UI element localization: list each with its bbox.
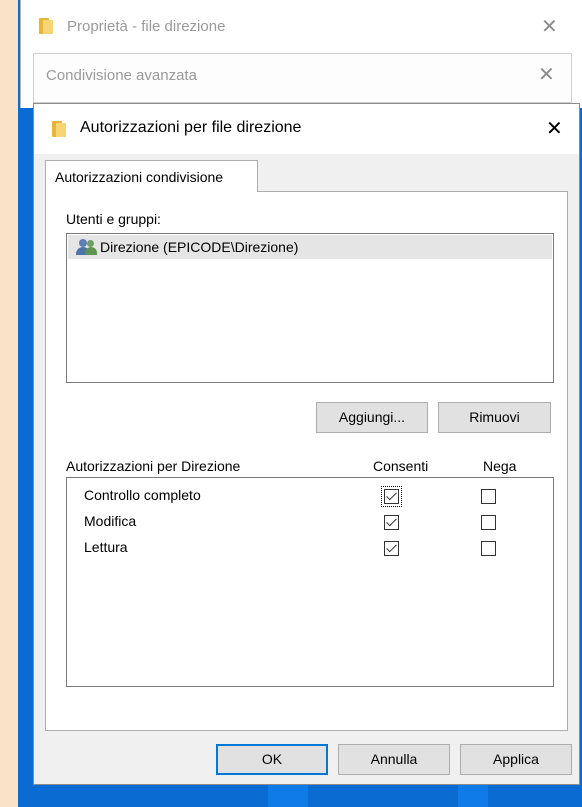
permission-label: Lettura: [84, 539, 128, 555]
remove-button[interactable]: Rimuovi: [438, 402, 551, 433]
permission-label: Modifica: [84, 513, 137, 529]
advanced-sharing-title: Condivisione avanzata: [46, 67, 197, 84]
cancel-button[interactable]: Annulla: [338, 744, 450, 775]
allow-modify-checkbox[interactable]: [384, 515, 399, 530]
deny-modify-checkbox[interactable]: [481, 515, 496, 530]
dialog-titlebar: Autorizzazioni per file direzione ✕: [34, 104, 579, 154]
permissions-header: Autorizzazioni per Direzione: [66, 458, 241, 474]
folder-icon: [52, 121, 66, 137]
list-item[interactable]: Direzione (EPICODE\Direzione): [68, 235, 552, 259]
users-label: Utenti e gruppi:: [66, 211, 161, 227]
close-icon[interactable]: ✕: [538, 64, 555, 84]
add-button[interactable]: Aggiungi...: [316, 402, 428, 433]
list-item-label: Direzione (EPICODE\Direzione): [100, 239, 299, 255]
allow-full-control-checkbox[interactable]: [381, 486, 402, 507]
permission-row: Lettura: [67, 535, 553, 561]
permissions-list: Controllo completo Modifica Lettura: [66, 477, 554, 687]
close-icon[interactable]: ✕: [541, 16, 558, 36]
permission-row: Controllo completo: [67, 483, 553, 509]
dialog-title: Autorizzazioni per file direzione: [80, 119, 302, 136]
properties-titlebar: Proprietà - file direzione ✕: [21, 0, 582, 52]
close-icon[interactable]: ✕: [546, 118, 563, 138]
allow-read-checkbox[interactable]: [384, 541, 399, 556]
deny-read-checkbox[interactable]: [481, 541, 496, 556]
users-group-icon: [76, 239, 98, 255]
users-listbox[interactable]: Direzione (EPICODE\Direzione): [66, 233, 554, 383]
tab-panel: Utenti e gruppi: Direzione (EPICODE\Dire…: [45, 191, 568, 731]
deny-header: Nega: [483, 458, 517, 474]
folder-icon: [39, 18, 53, 34]
permissions-dialog: Autorizzazioni per file direzione ✕ Auto…: [33, 103, 580, 785]
advanced-sharing-window: Condivisione avanzata ✕: [33, 53, 572, 103]
permission-label: Controllo completo: [84, 487, 201, 503]
tab-share-permissions[interactable]: Autorizzazioni condivisione: [45, 160, 258, 192]
ok-button[interactable]: OK: [216, 744, 328, 775]
apply-button[interactable]: Applica: [460, 744, 572, 775]
allow-header: Consenti: [373, 458, 429, 474]
properties-title: Proprietà - file direzione: [67, 18, 226, 35]
deny-full-control-checkbox[interactable]: [481, 489, 496, 504]
permission-row: Modifica: [67, 509, 553, 535]
